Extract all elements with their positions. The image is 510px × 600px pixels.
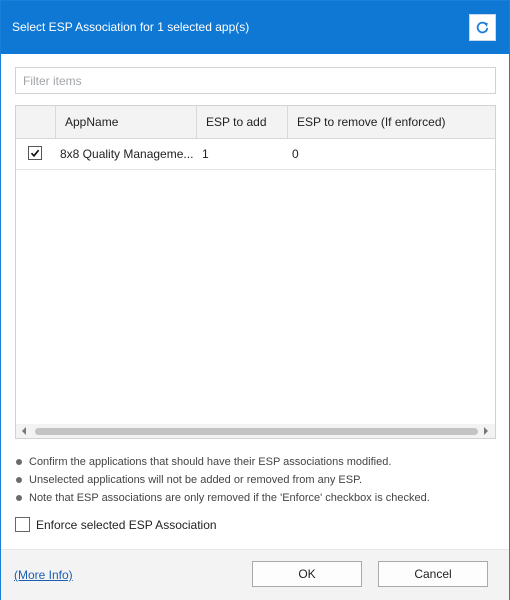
- cell-app-name: 8x8 Quality Manageme...: [60, 147, 194, 161]
- scroll-right-arrow-icon[interactable]: [484, 427, 488, 435]
- horizontal-scrollbar[interactable]: [16, 424, 495, 438]
- column-header-select: [16, 106, 56, 138]
- column-header-appname[interactable]: AppName: [56, 106, 197, 138]
- esp-association-dialog: Select ESP Association for 1 selected ap…: [0, 0, 510, 600]
- refresh-icon: [476, 21, 489, 34]
- dialog-title-bar: Select ESP Association for 1 selected ap…: [1, 1, 509, 54]
- app-grid: AppName ESP to add ESP to remove (If enf…: [15, 105, 496, 439]
- grid-header: AppName ESP to add ESP to remove (If enf…: [16, 106, 495, 139]
- more-info-link[interactable]: (More Info): [14, 568, 73, 582]
- cancel-button[interactable]: Cancel: [378, 561, 488, 587]
- note-text: Unselected applications will not be adde…: [29, 474, 363, 486]
- refresh-button[interactable]: [469, 14, 496, 41]
- enforce-option[interactable]: Enforce selected ESP Association: [15, 516, 217, 533]
- cell-esp-to-remove: 0: [292, 147, 299, 161]
- row-checkbox[interactable]: [28, 146, 42, 160]
- checkmark-icon: [30, 148, 40, 158]
- column-header-esp-to-add[interactable]: ESP to add: [197, 106, 288, 138]
- column-header-esp-to-remove[interactable]: ESP to remove (If enforced): [288, 106, 495, 138]
- bullet-icon: [16, 477, 22, 483]
- note-text: Confirm the applications that should hav…: [29, 456, 392, 468]
- note-item: Confirm the applications that should hav…: [15, 453, 496, 471]
- scroll-left-arrow-icon[interactable]: [22, 427, 26, 435]
- info-notes: Confirm the applications that should hav…: [15, 453, 496, 507]
- filter-input[interactable]: [15, 67, 496, 94]
- ok-button[interactable]: OK: [252, 561, 362, 587]
- scrollbar-thumb[interactable]: [35, 428, 478, 435]
- note-text: Note that ESP associations are only remo…: [29, 492, 430, 504]
- bullet-icon: [16, 495, 22, 501]
- enforce-checkbox[interactable]: [15, 517, 30, 532]
- enforce-label[interactable]: Enforce selected ESP Association: [36, 518, 217, 532]
- note-item: Note that ESP associations are only remo…: [15, 489, 496, 507]
- bullet-icon: [16, 459, 22, 465]
- dialog-footer: (More Info) OK Cancel: [1, 549, 509, 600]
- dialog-title: Select ESP Association for 1 selected ap…: [12, 20, 250, 34]
- cell-esp-to-add: 1: [202, 147, 209, 161]
- note-item: Unselected applications will not be adde…: [15, 471, 496, 489]
- table-row[interactable]: 8x8 Quality Manageme... 1 0: [16, 139, 495, 170]
